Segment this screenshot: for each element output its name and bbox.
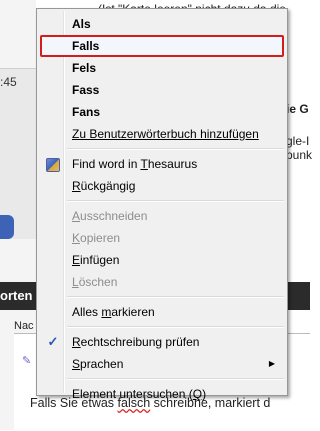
label-suffix: arkieren (111, 305, 155, 319)
label-prefix: Element untersuchen ( (72, 387, 193, 401)
menu-separator (67, 296, 284, 298)
menu-item-label: Zu Benutzerwörterbuch hinzufügen (72, 127, 259, 141)
menu-item-list: Als Falls Fels Fass Fans Zu Benutzerwört… (37, 13, 287, 405)
undo-item[interactable]: Rückgängig (37, 175, 287, 197)
menu-separator (67, 378, 284, 380)
label-suffix: usschneiden (80, 209, 148, 223)
editor-toolbar-icon[interactable]: ✎ (22, 354, 36, 367)
label-mnemonic: R (72, 335, 81, 349)
suggestion-fels[interactable]: Fels (37, 57, 287, 79)
label-suffix: infügen (80, 253, 120, 267)
background-nach-label: Nac (14, 320, 34, 332)
menu-item-label: Find word in Thesaurus (72, 157, 197, 171)
label-mnemonic: m (101, 305, 112, 319)
menu-item-label: Als (72, 17, 91, 31)
menu-item-label: Rückgängig (72, 179, 135, 193)
background-right-text-3: punk (286, 148, 313, 162)
menu-item-label: Ausschneiden (72, 209, 147, 223)
menu-item-label: Fans (72, 105, 101, 119)
menu-item-label: Löschen (72, 275, 117, 289)
label-suffix: echtschreibung prüfen (80, 335, 200, 349)
inspect-element-item[interactable]: Element untersuchen (Q) (37, 383, 287, 405)
background-blue-button[interactable] (0, 215, 14, 239)
spellcheck-context-menu: Als Falls Fels Fass Fans Zu Benutzerwört… (36, 8, 288, 401)
background-dark-bar-label: orten (0, 288, 33, 303)
delete-item[interactable]: Löschen (37, 271, 287, 293)
add-to-dictionary-item[interactable]: Zu Benutzerwörterbuch hinzufügen (37, 123, 287, 145)
label-suffix: öschen (78, 275, 118, 289)
label-mnemonic: L (72, 275, 79, 289)
spellcheck-toggle-item[interactable]: ✓ Rechtschreibung prüfen (37, 331, 287, 353)
background-right-text-1: ie G (286, 102, 309, 116)
thesaurus-book-icon (46, 158, 60, 172)
label-mnemonic: E (72, 253, 81, 267)
background-side-pane (0, 68, 36, 239)
suggestion-fans[interactable]: Fans (37, 101, 287, 123)
label-mnemonic: A (72, 209, 81, 223)
menu-item-label: Falls (72, 39, 100, 53)
label-mnemonic: S (72, 357, 81, 371)
label-prefix: Alles (72, 305, 102, 319)
menu-item-label: Einfügen (72, 253, 119, 267)
suggestion-fass[interactable]: Fass (37, 79, 287, 101)
menu-item-label: Rechtschreibung prüfen (72, 335, 199, 349)
suggestion-als[interactable]: Als (37, 13, 287, 35)
select-all-item[interactable]: Alles markieren (37, 301, 287, 323)
menu-separator (67, 200, 284, 202)
menu-separator (67, 326, 284, 328)
label-mnemonic: Q (192, 387, 203, 401)
label-mnemonic: R (72, 179, 81, 193)
check-icon: ✓ (47, 334, 59, 349)
menu-item-label: Sprachen (72, 357, 123, 371)
label-mnemonic: T (140, 157, 148, 171)
copy-item[interactable]: Kopieren (37, 227, 287, 249)
cut-item[interactable]: Ausschneiden (37, 205, 287, 227)
suggestion-falls[interactable]: Falls (37, 35, 287, 57)
menu-separator (67, 148, 284, 150)
label-suffix: prachen (80, 357, 124, 371)
menu-item-label: Element untersuchen (Q) (72, 387, 206, 401)
label-suffix: opieren (80, 231, 121, 245)
label-mnemonic: K (72, 231, 81, 245)
languages-submenu-item[interactable]: Sprachen ▶ (37, 353, 287, 375)
label-suffix: ückgängig (80, 179, 136, 193)
menu-item-label: Kopieren (72, 231, 120, 245)
label-suffix: ) (202, 387, 207, 401)
find-in-thesaurus-item[interactable]: Find word in Thesaurus (37, 153, 287, 175)
menu-item-label: Alles markieren (72, 305, 155, 319)
background-time-text: :45 (0, 75, 17, 89)
paste-item[interactable]: Einfügen (37, 249, 287, 271)
background-right-text-2: gle-I (286, 134, 310, 148)
menu-item-label: Fels (72, 61, 97, 75)
label-prefix: Find word in (72, 157, 141, 171)
submenu-arrow-icon: ▶ (268, 359, 275, 368)
label-suffix: hesaurus (147, 157, 198, 171)
menu-item-label: Fass (72, 83, 100, 97)
